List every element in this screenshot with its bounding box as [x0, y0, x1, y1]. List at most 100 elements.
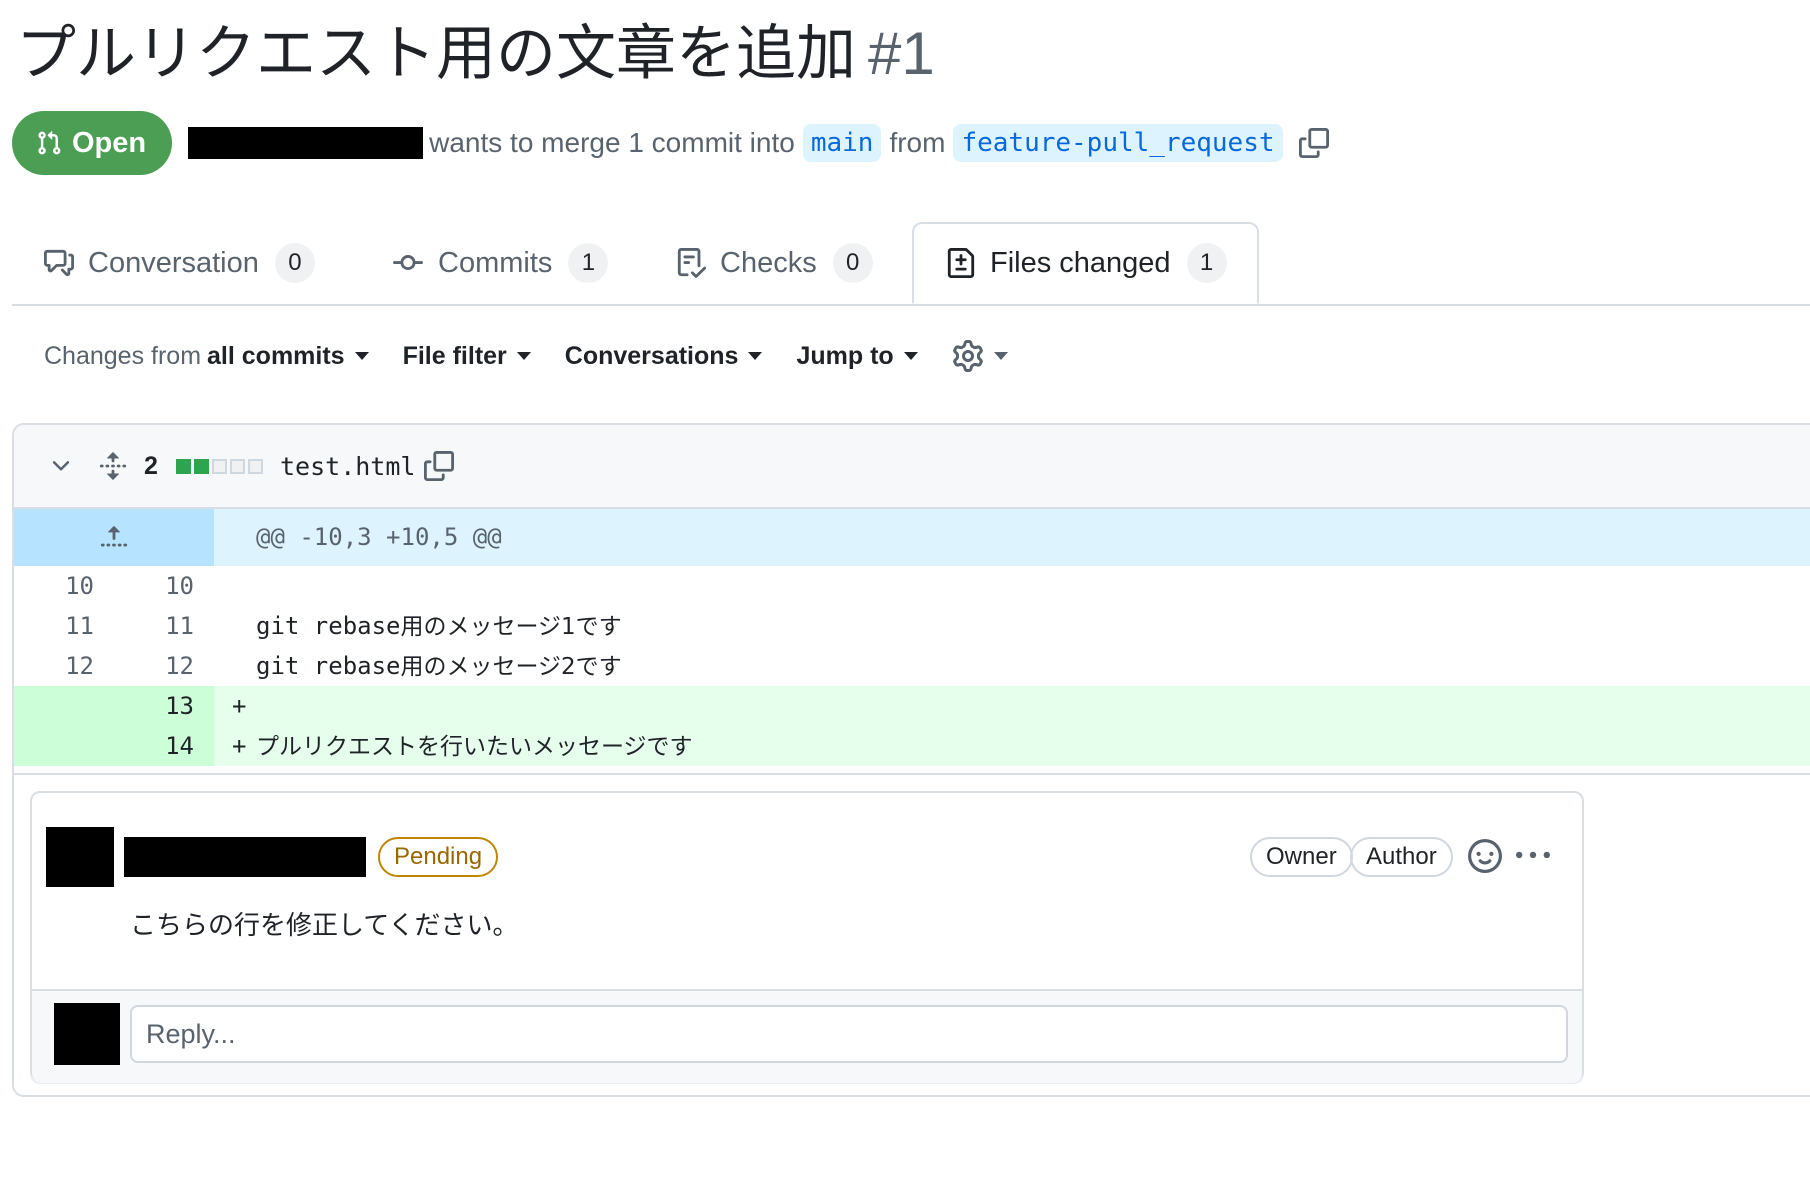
new-line-number[interactable]: 10	[124, 566, 194, 606]
changes-from-prefix: Changes from	[44, 341, 202, 370]
diff-line: 10 10	[14, 566, 1810, 606]
pr-tabs: Conversation 0 Commits 1 Checks 0 Files …	[12, 222, 1810, 306]
diff-toolbar: Changes from all commits File filter Con…	[44, 340, 1042, 372]
author-name-redacted[interactable]	[188, 127, 424, 159]
expand-all-button[interactable]	[98, 425, 128, 507]
conversations-label: Conversations	[564, 341, 739, 370]
pr-state-label: Open	[72, 126, 147, 159]
diffstat-bar	[176, 458, 263, 474]
conversations-dropdown[interactable]: Conversations	[565, 342, 763, 371]
expand-up-button[interactable]	[14, 509, 214, 566]
diffstat-number: 2	[144, 451, 158, 480]
pr-meta-row: Open wants to merge 1 commit into main f…	[12, 111, 1329, 175]
git-pull-request-icon	[38, 130, 61, 155]
jump-to-dropdown[interactable]: Jump to	[796, 341, 918, 371]
copy-branch-icon[interactable]	[1298, 128, 1329, 158]
head-branch-label[interactable]: feature-pull_request	[953, 124, 1283, 162]
fold-up-icon	[100, 525, 128, 546]
reply-input[interactable]	[130, 1005, 1568, 1063]
chevron-down-icon	[903, 352, 918, 360]
chevron-down-icon	[993, 352, 1008, 360]
file-name: test.html	[280, 451, 416, 481]
new-line-number[interactable]: 12	[124, 646, 194, 686]
inline-comment-area: Pending Owner Author こちらの行を修正してください。	[14, 773, 1810, 1095]
comment-discussion-icon	[44, 249, 74, 277]
pending-badge: Pending	[378, 837, 499, 877]
avatar[interactable]	[46, 827, 114, 887]
chevron-down-icon	[354, 352, 369, 360]
git-commit-icon	[393, 255, 423, 271]
diffstat-block-neutral	[230, 458, 245, 474]
file-filter-dropdown[interactable]: File filter	[403, 342, 531, 371]
diff-line-added: 13 +	[14, 686, 1810, 726]
chevron-down-icon	[748, 352, 763, 360]
from-text: from	[889, 127, 946, 158]
file-diff-icon	[947, 248, 975, 278]
line-code-jp: 用のメッセージ2です	[400, 654, 622, 680]
diffstat-block-neutral	[248, 458, 263, 474]
tab-checks[interactable]: Checks 0	[676, 222, 873, 304]
copy-icon	[424, 451, 454, 481]
diff-line-added: 14 + プルリクエストを行いたいメッセージです	[14, 726, 1810, 766]
merge-description: wants to merge 1 commit into	[429, 127, 795, 158]
tab-files-changed-label: Files changed	[990, 246, 1171, 279]
line-code-ascii: git rebase	[256, 612, 401, 640]
old-line-number[interactable]: 11	[24, 606, 94, 646]
comment-body: こちらの行を修正してください。	[130, 911, 519, 941]
tab-files-changed-count: 1	[1186, 243, 1227, 283]
pr-number: #1	[868, 20, 935, 87]
tab-conversation-count: 0	[274, 243, 315, 283]
tab-checks-count: 0	[832, 243, 873, 283]
tab-files-changed[interactable]: Files changed 1	[912, 222, 1259, 304]
checklist-icon	[677, 248, 706, 278]
file-header: 2 test.html	[14, 425, 1810, 509]
hunk-header-row: @@ -10,3 +10,5 @@	[14, 509, 1810, 566]
more-options-icon[interactable]	[1516, 839, 1550, 878]
jump-to-label: Jump to	[796, 341, 894, 370]
diffstat-block-add	[176, 458, 191, 474]
line-code: git rebase用のメッセージ1です	[256, 606, 622, 647]
avatar	[54, 1003, 120, 1065]
tab-commits-count: 1	[568, 243, 609, 283]
diff-add-sign: +	[232, 732, 247, 760]
diffstat-count: 2	[144, 425, 158, 507]
reply-bar	[32, 989, 1582, 1083]
line-code: プルリクエストを行いたいメッセージです	[256, 726, 693, 767]
smiley-icon[interactable]	[1468, 839, 1502, 878]
diff-add-sign: +	[232, 692, 247, 720]
gear-icon	[952, 340, 983, 372]
line-code: git rebase用のメッセージ2です	[256, 646, 622, 687]
tab-commits[interactable]: Commits 1	[392, 222, 609, 304]
diff-line: 12 12 git rebase用のメッセージ2です	[14, 646, 1810, 686]
unfold-icon	[99, 452, 127, 480]
diff-line: 11 11 git rebase用のメッセージ1です	[14, 606, 1810, 646]
pr-state-badge: Open	[12, 111, 173, 175]
new-line-number[interactable]: 14	[124, 726, 194, 766]
diffstat-blocks	[176, 425, 263, 507]
copy-path-button[interactable]	[424, 425, 454, 507]
tab-checks-label: Checks	[720, 246, 817, 279]
file-diff-container: 2 test.html @@ -10,3 +10,5 @@ 10 10 11 1…	[12, 423, 1810, 1097]
collapse-file-button[interactable]	[48, 425, 74, 507]
old-line-number[interactable]: 10	[24, 566, 94, 606]
tab-conversation-label: Conversation	[88, 246, 259, 279]
review-comment: Pending Owner Author こちらの行を修正してください。	[30, 791, 1584, 1083]
line-code-jp: プルリクエストを行いたいメッセージです	[256, 734, 693, 760]
base-branch-label[interactable]: main	[802, 124, 882, 162]
diffstat-block-add	[194, 458, 209, 474]
tab-conversation[interactable]: Conversation 0	[44, 222, 315, 304]
commenter-name-redacted[interactable]	[124, 837, 366, 877]
diffstat-block-neutral	[212, 458, 227, 474]
changes-from-dropdown[interactable]: Changes from all commits	[44, 342, 369, 371]
new-line-number[interactable]: 11	[124, 606, 194, 646]
file-filter-label: File filter	[402, 341, 507, 370]
chevron-down-icon	[52, 461, 70, 471]
author-label: Author	[1350, 837, 1453, 877]
diff-settings-dropdown[interactable]	[952, 340, 1008, 372]
new-line-number[interactable]: 13	[124, 686, 194, 726]
old-line-number[interactable]: 12	[24, 646, 94, 686]
file-name-link[interactable]: test.html	[280, 425, 415, 507]
changes-from-value: all commits	[207, 341, 345, 370]
hunk-header-text: @@ -10,3 +10,5 @@	[256, 523, 502, 551]
pr-title: プルリクエスト用の文章を追加	[16, 20, 856, 87]
